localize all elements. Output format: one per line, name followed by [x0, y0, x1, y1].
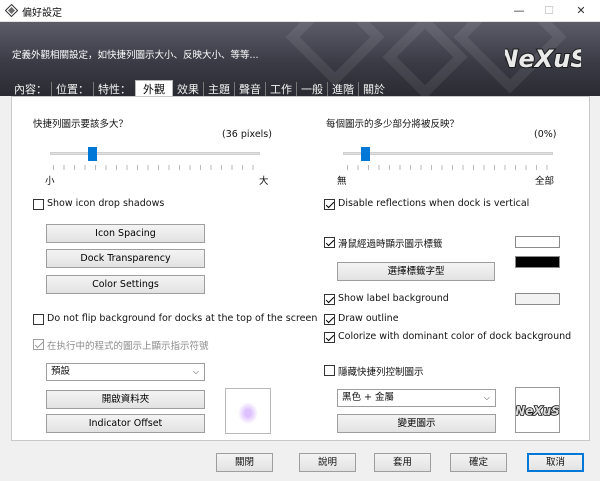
tab-themes[interactable]: 主題: [203, 82, 234, 97]
do-not-flip-checkbox[interactable]: [33, 314, 44, 325]
icon-size-slider-ticks: [53, 165, 259, 170]
show-label-background-checkbox[interactable]: [324, 294, 335, 305]
reflection-value: (0%): [534, 129, 557, 140]
icon-size-slider-track[interactable]: [50, 152, 260, 155]
icon-size-min-label: 小: [45, 176, 55, 187]
indicator-style-select[interactable]: 預設 ⌵: [46, 363, 205, 381]
chevron-down-icon: ⌵: [192, 367, 199, 376]
icon-spacing-button[interactable]: Icon Spacing: [46, 224, 205, 243]
label-outline-color-swatch[interactable]: [515, 256, 560, 268]
icon-size-value: (36 pixels): [222, 129, 272, 140]
open-folder-button[interactable]: 開啟資料夾: [46, 390, 205, 409]
cancel-button[interactable]: 取消: [527, 453, 584, 472]
nexus-logo-small-text: NeXuS: [516, 404, 559, 418]
banner-decoration: [382, 22, 468, 96]
hide-dock-control-icons-label: 隱藏快捷列控制圖示: [338, 367, 424, 378]
title-bar[interactable]: 偏好設定 — ☐ ✕: [0, 0, 600, 22]
draw-outline-checkbox[interactable]: [324, 314, 335, 325]
tab-general[interactable]: 一般: [296, 82, 327, 97]
ok-button[interactable]: 確定: [450, 453, 507, 472]
nexus-logo-text: NeXuS: [505, 45, 581, 73]
reflection-min-label: 無: [337, 176, 347, 187]
colorize-dominant-checkbox[interactable]: [324, 332, 335, 343]
reflection-slider-track[interactable]: [343, 152, 553, 155]
running-indicator-label: 在执行中的程式的圖示上顯示指示符號: [47, 341, 209, 352]
color-settings-button[interactable]: Color Settings: [46, 275, 205, 294]
minimize-button[interactable]: —: [503, 0, 535, 22]
nexus-logo-small: NeXuS: [514, 403, 560, 419]
indicator-preview: [225, 388, 271, 434]
tab-about[interactable]: 關於: [358, 82, 389, 97]
tab-sounds[interactable]: 聲音: [234, 82, 265, 97]
tab-advanced[interactable]: 進階: [327, 82, 358, 97]
apply-button[interactable]: 套用: [374, 453, 431, 472]
icon-size-slider-thumb[interactable]: [88, 147, 98, 161]
show-label-background-label: Show label background: [338, 293, 449, 304]
nexus-logo: NeXuS: [505, 44, 581, 74]
banner-description: 定義外觀相關設定，如快捷列圖示大小、反映大小、等等...: [12, 50, 259, 61]
maximize-button[interactable]: ☐: [533, 0, 565, 22]
hide-dock-control-icons-checkbox[interactable]: [324, 365, 335, 376]
indicator-offset-button[interactable]: Indicator Offset: [46, 414, 205, 433]
do-not-flip-label: Do not flip background for docks at the …: [47, 313, 318, 324]
reflection-slider-ticks: [347, 165, 553, 170]
control-icon-select[interactable]: 黑色 + 金屬 ⌵: [337, 389, 496, 407]
tab-bar: 內容： 位置： 特性： 外觀 效果 主題 聲音 工作 一般 進階 關於: [10, 80, 389, 97]
select-label-font-button[interactable]: 選擇標籤字型: [337, 262, 495, 281]
tab-tasks[interactable]: 工作: [265, 82, 296, 97]
close-button[interactable]: 關閉: [216, 453, 273, 472]
tab-position[interactable]: 位置：: [51, 82, 93, 97]
tab-effects[interactable]: 效果: [173, 82, 203, 97]
help-button[interactable]: 說明: [299, 453, 356, 472]
close-window-button[interactable]: ✕: [565, 0, 597, 22]
control-icon-preview: NeXuS: [514, 387, 561, 433]
tab-content[interactable]: 內容：: [10, 82, 51, 97]
banner-decoration: [285, 22, 385, 87]
show-label-on-hover-checkbox[interactable]: [324, 237, 335, 248]
running-indicator-checkbox[interactable]: [33, 339, 44, 350]
show-label-on-hover-label: 滑鼠經過時顯示圖示標籤: [338, 239, 443, 250]
icon-size-max-label: 大: [259, 176, 269, 187]
indicator-style-value: 預設: [51, 366, 71, 377]
draw-outline-label: Draw outline: [338, 313, 399, 324]
dock-transparency-button[interactable]: Dock Transparency: [46, 249, 205, 268]
show-icon-drop-shadows-checkbox[interactable]: [33, 199, 44, 210]
reflection-slider-thumb[interactable]: [361, 147, 370, 161]
change-icon-button[interactable]: 變更圖示: [337, 414, 496, 433]
reflection-max-label: 全部: [535, 176, 555, 187]
disable-reflections-label: Disable reflections when dock is vertica…: [338, 198, 530, 209]
window-title: 偏好設定: [22, 8, 62, 19]
chevron-down-icon: ⌵: [483, 393, 490, 402]
tab-properties[interactable]: 特性：: [93, 82, 135, 97]
reflection-label: 每個圖示的多少部分將被反映？: [326, 119, 460, 130]
colorize-dominant-label: Colorize with dominant color of dock bac…: [338, 331, 572, 342]
show-icon-drop-shadows-label: Show icon drop shadows: [47, 198, 165, 209]
icon-size-label: 快捷列圖示要該多大？: [33, 119, 129, 130]
label-background-color-swatch[interactable]: [515, 293, 560, 305]
app-diamond-icon: [5, 4, 18, 17]
control-icon-value: 黑色 + 金屬: [342, 392, 394, 403]
tab-appearance[interactable]: 外觀: [135, 80, 173, 97]
label-text-color-swatch[interactable]: [515, 236, 560, 248]
disable-reflections-checkbox[interactable]: [324, 199, 335, 210]
